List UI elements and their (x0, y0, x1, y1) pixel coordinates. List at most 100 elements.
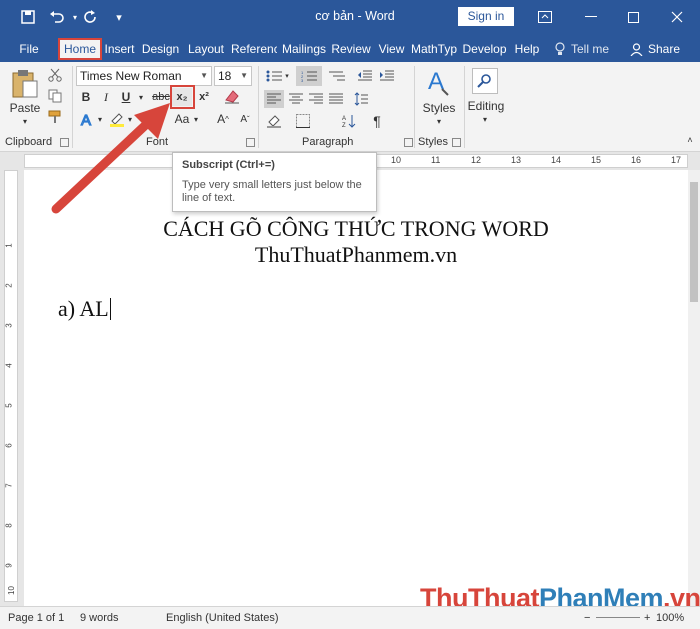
zoom-in-icon[interactable]: + (644, 612, 650, 624)
paste-dropdown-icon[interactable]: ▾ (20, 116, 30, 126)
ruler-number: 6 (4, 443, 14, 448)
document-page[interactable]: CÁCH GÕ CÔNG THỨC TRONG WORD ThuThuatPha… (24, 170, 688, 606)
minimize-icon[interactable] (568, 0, 614, 34)
ruler-number: 5 (4, 403, 14, 408)
tell-me-box[interactable]: Tell me (554, 42, 609, 56)
align-right-icon[interactable] (306, 90, 326, 108)
title-bar: ▾ ▾ cơ bản - Word Sign in (0, 0, 700, 34)
share-label: Share (648, 42, 681, 56)
styles-dialog-launcher-icon[interactable] (452, 138, 461, 147)
tab-references[interactable]: Referenc (231, 38, 277, 60)
styles-dropdown-icon[interactable]: ▾ (434, 116, 444, 126)
tab-mailings[interactable]: Mailings (281, 38, 327, 60)
styles-icon[interactable]: A (424, 66, 454, 98)
word-count[interactable]: 9 words (80, 612, 119, 624)
maximize-icon[interactable] (610, 0, 656, 34)
tooltip-title: Subscript (Ctrl+=) (182, 159, 275, 171)
tab-design[interactable]: Design (141, 38, 180, 60)
ruler-number: 9 (4, 563, 14, 568)
line-spacing-icon[interactable] (352, 90, 370, 108)
ruler-number: 8 (4, 523, 14, 528)
font-dialog-launcher-icon[interactable] (246, 138, 255, 147)
borders-icon[interactable] (292, 112, 314, 130)
collapse-ribbon-icon[interactable]: ˄ (684, 134, 696, 146)
ruler-number: 10 (391, 155, 402, 165)
shading-icon[interactable] (264, 112, 284, 130)
ribbon-tabs: File Home Insert Design Layout Referenc … (0, 34, 700, 62)
document-body-text[interactable]: a) AL (58, 296, 111, 322)
tab-insert[interactable]: Insert (103, 38, 136, 60)
bullets-icon[interactable] (264, 68, 284, 84)
ribbon-display-options-icon[interactable] (522, 0, 568, 34)
paragraph-dialog-launcher-icon[interactable] (404, 138, 413, 147)
change-case-dropdown-icon[interactable]: ▾ (192, 110, 200, 128)
tab-file[interactable]: File (10, 38, 48, 60)
search-icon[interactable] (472, 68, 498, 94)
paragraph-group-label: Paragraph (302, 136, 354, 148)
font-name-select[interactable]: Times New Roman ▼ (76, 66, 212, 86)
close-icon[interactable] (654, 0, 700, 34)
tab-view[interactable]: View (375, 38, 408, 60)
tab-layout[interactable]: Layout (186, 38, 226, 60)
paste-icon[interactable] (8, 68, 42, 100)
svg-text:Z: Z (342, 123, 346, 128)
document-subheading[interactable]: ThuThuatPhanmem.vn (24, 242, 688, 268)
subscript-tooltip: Subscript (Ctrl+=) Type very small lette… (172, 152, 377, 212)
status-bar: Page 1 of 1 9 words English (United Stat… (0, 606, 700, 629)
svg-text:3: 3 (301, 78, 304, 82)
text-cursor (109, 298, 111, 320)
font-size-dropdown-icon: ▼ (240, 71, 248, 80)
multilevel-list-icon[interactable] (326, 68, 348, 84)
clear-formatting-icon[interactable] (222, 86, 242, 106)
ruler-number: 15 (591, 155, 602, 165)
page-count[interactable]: Page 1 of 1 (8, 612, 64, 624)
scrollbar-thumb[interactable] (690, 182, 698, 302)
shrink-font-icon[interactable]: Aˇ (236, 110, 254, 128)
sign-in-button[interactable]: Sign in (458, 7, 514, 26)
customize-toolbar-icon[interactable]: ▾ (108, 6, 130, 28)
show-formatting-marks-icon[interactable]: ¶ (368, 112, 386, 130)
ruler-number: 3 (4, 323, 14, 328)
tab-developer[interactable]: Develop (461, 38, 508, 60)
svg-text:A: A (342, 116, 346, 122)
align-left-icon[interactable] (264, 90, 284, 108)
redo-icon[interactable] (80, 6, 102, 28)
ruler-number: 16 (631, 155, 642, 165)
styles-group-label: Styles (418, 136, 448, 148)
grow-font-icon[interactable]: A ^ (214, 110, 232, 128)
save-icon[interactable] (17, 6, 39, 28)
font-size-value: 18 (218, 69, 232, 83)
ruler-number: 2 (4, 283, 14, 288)
editing-dropdown-icon[interactable]: ▾ (480, 114, 490, 124)
decrease-indent-icon[interactable] (356, 68, 374, 84)
zoom-level[interactable]: 100% (656, 612, 684, 624)
zoom-out-icon[interactable]: − (584, 612, 590, 624)
vertical-ruler[interactable]: 1 2 3 4 5 6 7 8 9 10 (4, 170, 18, 602)
window-title: cơ bản - Word (315, 9, 395, 23)
cut-icon[interactable] (46, 66, 64, 84)
superscript-button[interactable]: x² (195, 88, 213, 106)
tab-review[interactable]: Review (331, 38, 371, 60)
font-size-select[interactable]: 18 ▼ (214, 66, 252, 86)
tab-mathtype[interactable]: MathTyp (411, 38, 457, 60)
styles-button[interactable]: Styles (420, 100, 458, 116)
tab-help[interactable]: Help (512, 38, 542, 60)
increase-indent-icon[interactable] (378, 68, 396, 84)
document-line-text: a) AL (58, 296, 109, 321)
tab-home[interactable]: Home (58, 38, 102, 60)
numbering-icon[interactable]: 123 (296, 66, 322, 86)
zoom-slider[interactable] (596, 617, 640, 618)
tooltip-body: Type very small letters just below the l… (182, 179, 362, 204)
share-button[interactable]: Share (630, 42, 680, 56)
bullets-dropdown-icon[interactable]: ▾ (284, 68, 290, 84)
paste-button[interactable]: Paste (8, 100, 42, 116)
vertical-scrollbar[interactable] (688, 170, 700, 606)
sort-icon[interactable]: AZ (340, 112, 358, 130)
justify-icon[interactable] (326, 90, 346, 108)
align-center-icon[interactable] (286, 90, 306, 108)
ruler-number: 12 (471, 155, 482, 165)
editing-button[interactable]: Editing (464, 98, 508, 114)
group-separator (258, 66, 259, 148)
language-indicator[interactable]: English (United States) (166, 612, 279, 624)
ruler-number: 10 (6, 586, 16, 595)
